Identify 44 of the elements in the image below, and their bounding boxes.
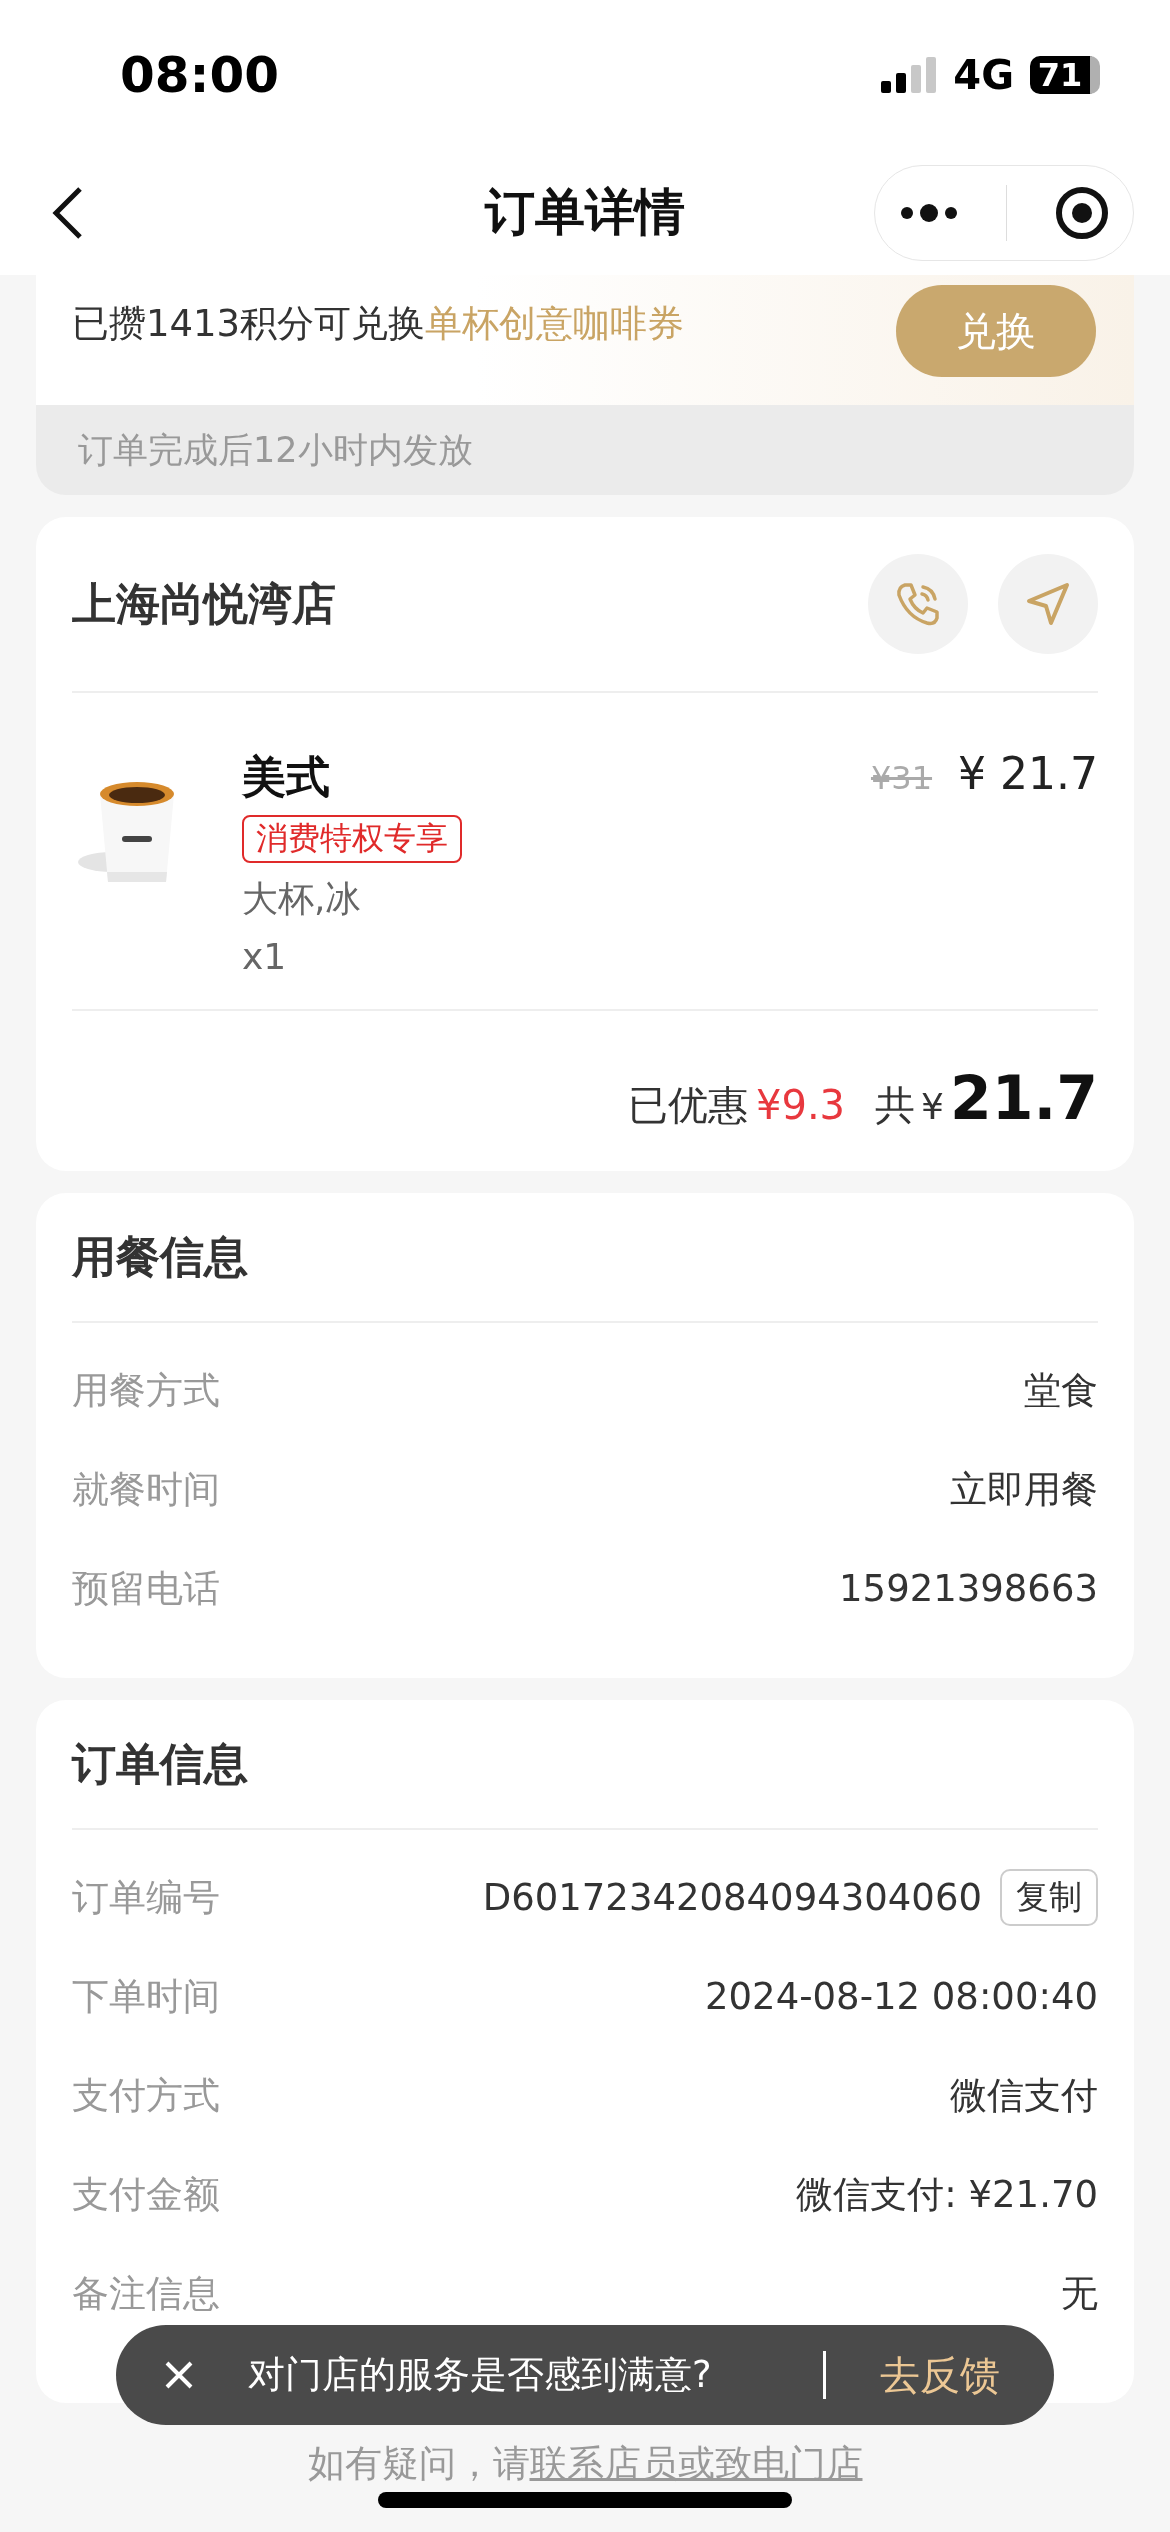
field-value: 15921398663 <box>839 1567 1098 1610</box>
discount-amount: ¥9.3 <box>756 1082 846 1128</box>
field-label: 支付方式 <box>72 2072 220 2119</box>
field-value: 立即用餐 <box>950 1466 1098 1513</box>
field-value: 2024-08-12 08:00:40 <box>705 1975 1098 2018</box>
copy-button[interactable]: 复制 <box>1000 1869 1098 1926</box>
field-value: 微信支付 <box>950 2072 1098 2119</box>
battery-indicator: 71 <box>1030 56 1100 94</box>
footer-text: 如有疑问，请联系店员或致电门店 <box>306 2441 864 2487</box>
original-price: ¥31 <box>870 759 933 797</box>
field-label: 订单编号 <box>72 1874 220 1921</box>
points-note: 订单完成后12小时内发放 <box>77 428 474 472</box>
product-options: 大杯,冰 <box>242 875 362 924</box>
more-icon[interactable] <box>898 202 959 223</box>
promo-tag: 消费特权专享 <box>242 815 462 863</box>
product-price: ¥ 21.7 <box>958 748 1098 799</box>
field-label: 预留电话 <box>72 1565 220 1612</box>
page-title: 订单详情 <box>485 182 685 243</box>
field-label: 就餐时间 <box>72 1466 220 1513</box>
status-time: 08:00 <box>120 46 280 104</box>
network-label: 4G <box>953 52 1014 98</box>
field-label: 下单时间 <box>72 1973 220 2020</box>
product-quantity: x1 <box>242 936 287 977</box>
store-name: 上海尚悦湾店 <box>72 576 336 631</box>
toast-message: 对门店的服务是否感到满意? <box>248 2352 712 2398</box>
field-label: 支付金额 <box>72 2171 220 2218</box>
field-label: 用餐方式 <box>72 1367 220 1414</box>
discount-label: 已优惠 <box>628 1081 748 1130</box>
field-value: 无 <box>1061 2270 1098 2317</box>
points-message: 已攒1413积分可兑换单杯创意咖啡券 <box>72 301 685 347</box>
target-icon[interactable] <box>1053 184 1110 241</box>
currency-symbol: ¥ <box>921 1086 944 1127</box>
field-value: 微信支付: ¥21.70 <box>796 2171 1098 2218</box>
total-label: 共 <box>875 1081 916 1130</box>
section-title: 订单信息 <box>72 1736 249 1791</box>
signal-icon <box>881 57 938 93</box>
section-title: 用餐信息 <box>72 1229 249 1284</box>
product-name: 美式 <box>242 750 330 804</box>
field-value: 堂食 <box>1024 1367 1098 1414</box>
field-value: D60172342084094304060 <box>482 1876 982 1919</box>
total-amount: 21.7 <box>949 1063 1098 1133</box>
field-label: 备注信息 <box>72 2270 220 2317</box>
feedback-link[interactable]: 去反馈 <box>880 2347 1000 2403</box>
close-icon[interactable] <box>164 2360 194 2390</box>
